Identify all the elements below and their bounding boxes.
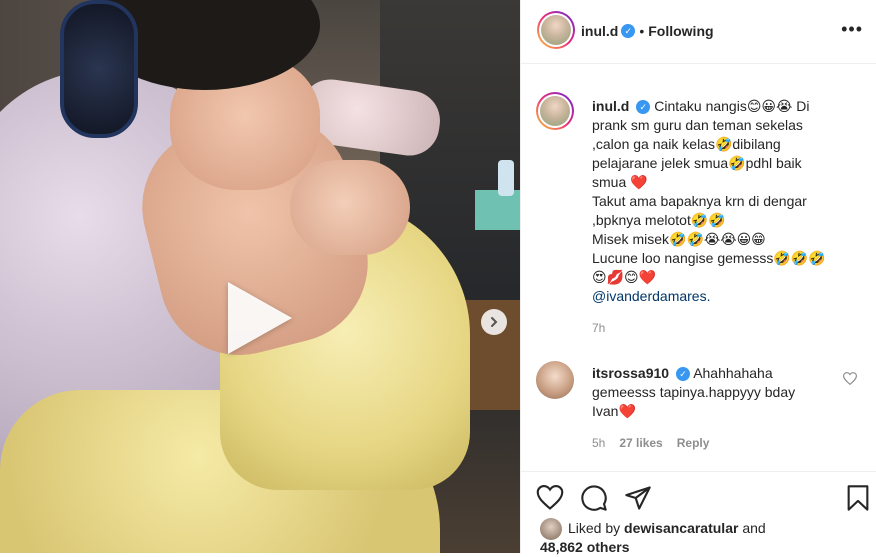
tissue-box bbox=[475, 190, 520, 230]
caption-line: prank sm guru dan teman sekelas bbox=[592, 117, 803, 133]
comment-text-line: gemeesss tapinya.happyyy bday bbox=[592, 384, 796, 400]
caption-line: pelajarane jelek smua🤣pdhl baik bbox=[592, 155, 802, 171]
liked-by-prefix: Liked by bbox=[568, 520, 625, 536]
caption-line: ,calon ga naik kelas🤣dibilang bbox=[592, 136, 781, 152]
caption-timestamp: 7h bbox=[592, 321, 606, 335]
liked-by-user[interactable]: dewisancaratular bbox=[624, 520, 738, 536]
caption-username[interactable]: inul.d bbox=[592, 98, 629, 114]
bottle bbox=[498, 160, 514, 196]
more-options-icon[interactable]: ••• bbox=[841, 19, 863, 40]
bookmark-icon[interactable] bbox=[844, 484, 872, 512]
post-caption: inul.d ✓ Cintaku nangis😊😀😭 Di prank sm gu… bbox=[592, 97, 862, 306]
comment-likes-count[interactable]: 27 likes bbox=[619, 436, 662, 450]
following-button[interactable]: Following bbox=[648, 23, 713, 39]
verified-badge-icon: ✓ bbox=[636, 100, 651, 115]
author-username[interactable]: inul.d bbox=[581, 23, 618, 39]
comment: itsrossa910 ✓ Ahahhahaha gemeesss tapinya… bbox=[592, 364, 832, 421]
caption-line: Misek misek🤣🤣😭😭😀😁 bbox=[592, 231, 766, 247]
post-video[interactable] bbox=[0, 0, 520, 553]
comment-icon[interactable] bbox=[580, 484, 608, 512]
commenter-avatar[interactable] bbox=[536, 361, 574, 399]
headphones bbox=[60, 0, 138, 138]
commenter-username[interactable]: itsrossa910 bbox=[592, 365, 669, 381]
post-header: inul.d ✓ • Following ••• bbox=[521, 0, 876, 64]
comment-like-heart-icon[interactable] bbox=[842, 372, 858, 388]
comment-text-line: Ahahhahaha bbox=[693, 365, 773, 381]
heart-outline-icon bbox=[842, 372, 858, 386]
comment-timestamp: 5h bbox=[592, 436, 606, 450]
verified-badge-icon: ✓ bbox=[676, 367, 691, 382]
share-icon[interactable] bbox=[624, 484, 652, 512]
play-icon[interactable] bbox=[228, 282, 292, 354]
caption-line: smua ❤️ bbox=[592, 174, 648, 190]
caption-line: ,bpknya melotot🤣🤣 bbox=[592, 212, 726, 228]
heart-icon[interactable] bbox=[536, 484, 564, 512]
chevron-right-icon bbox=[491, 317, 498, 327]
header-user: inul.d ✓ • Following bbox=[581, 23, 714, 39]
caption-line: 😍💋😊❤️ bbox=[592, 269, 657, 285]
comment-text-line: Ivan❤️ bbox=[592, 403, 636, 419]
child-hand bbox=[290, 160, 410, 255]
caption-mention[interactable]: @ivanderdamares. bbox=[592, 288, 711, 304]
next-arrow-icon[interactable] bbox=[481, 309, 507, 335]
reply-button[interactable]: Reply bbox=[677, 436, 710, 450]
caption-line: Cintaku nangis😊😀😭 Di bbox=[654, 98, 810, 114]
comment-meta: 5h 27 likes Reply bbox=[592, 436, 709, 450]
liked-by-summary: Liked by dewisancaratular and 48,862 oth… bbox=[540, 519, 766, 557]
author-avatar[interactable] bbox=[537, 11, 575, 49]
liker-avatar[interactable] bbox=[540, 518, 562, 540]
caption-author-avatar[interactable] bbox=[536, 92, 574, 130]
caption-line: Lucune loo nangise gemesss🤣🤣🤣 bbox=[592, 250, 826, 266]
liked-by-suffix: and bbox=[738, 520, 766, 536]
caption-line: Takut ama bapaknya krn di dengar bbox=[592, 193, 807, 209]
verified-badge-icon: ✓ bbox=[621, 24, 636, 38]
